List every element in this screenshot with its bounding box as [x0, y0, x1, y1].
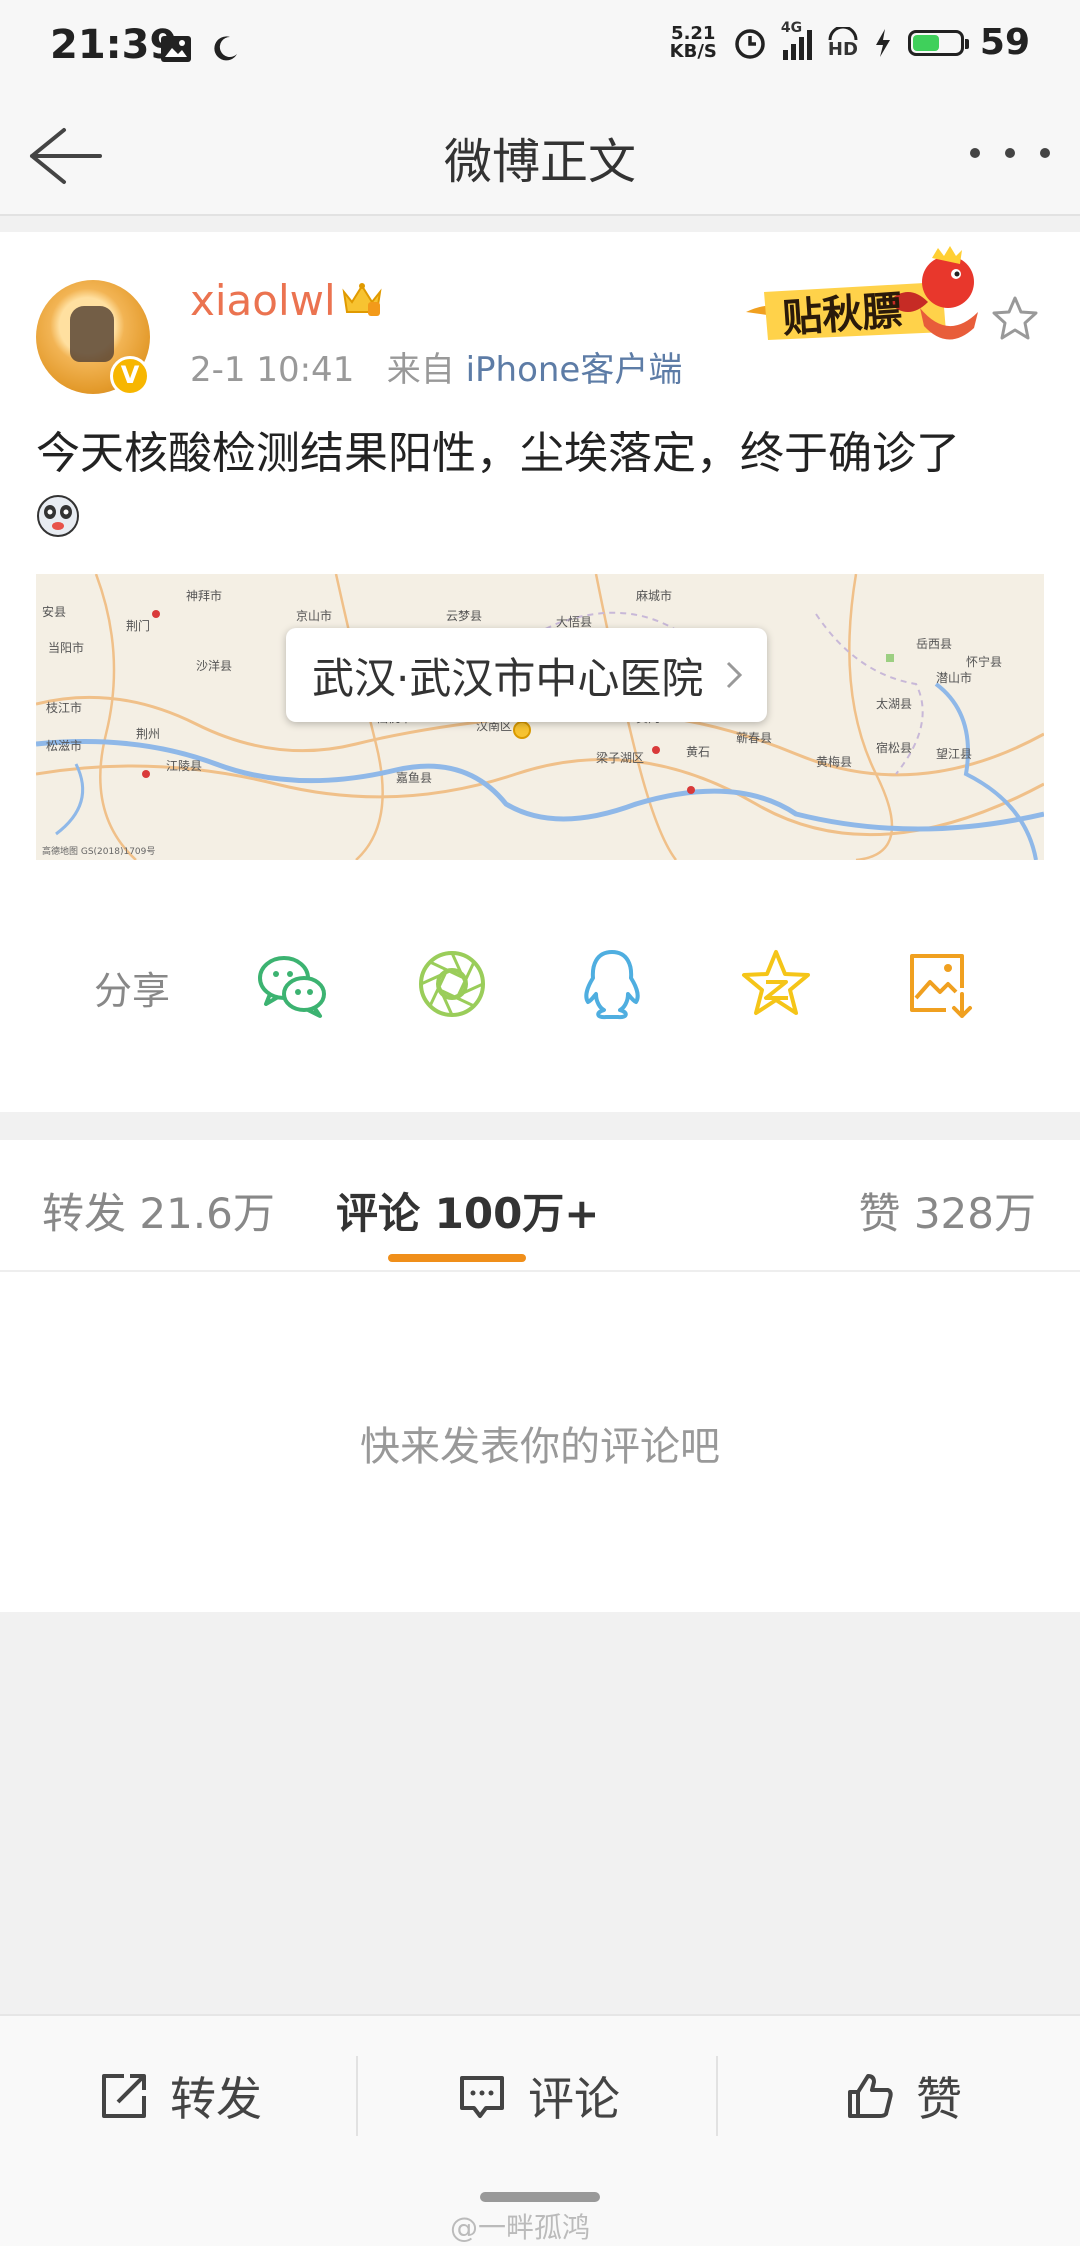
- page-title: 微博正文: [443, 134, 636, 190]
- battery-percent: 59: [979, 22, 1030, 63]
- location-name: 武汉·武汉市中心医院: [312, 653, 704, 703]
- empty-comments-text: 快来发表你的评论吧: [360, 1424, 720, 1470]
- map-copyright: 高德地图 GS(2018)1709号: [42, 845, 155, 857]
- net-speed: 5.21 KB/S: [669, 22, 717, 62]
- net-speed-value: 5.21: [671, 22, 716, 44]
- location-map[interactable]: 神拜市安县荆门京山市云梦县大悟县麻城市当阳市沙洋县红安县岳西县怀宁县枝江市潜江市…: [36, 574, 1044, 860]
- chevron-right-icon: [727, 661, 743, 689]
- vip-crown-icon: [342, 283, 382, 316]
- map-place-label: 梁子湖区: [596, 750, 644, 765]
- like-label: 赞: [916, 2072, 962, 2126]
- sticker-badge[interactable]: 贴秋膘: [738, 242, 1000, 372]
- repost-label: 转发: [170, 2072, 262, 2126]
- post-time: 2-1 10:41: [190, 350, 355, 390]
- thumbs-up-icon: [848, 2074, 893, 2118]
- home-indicator[interactable]: [480, 2192, 600, 2202]
- qzone-star-icon[interactable]: [736, 944, 816, 1024]
- map-place-label: 松滋市: [46, 738, 82, 753]
- map-place-label: 麻城市: [636, 588, 672, 603]
- map-place-label: 神拜市: [186, 588, 222, 603]
- comment-label: 评论: [528, 2072, 620, 2126]
- qq-icon[interactable]: [572, 944, 652, 1024]
- net-speed-unit: KB/S: [669, 40, 717, 62]
- comment-button[interactable]: 评论: [456, 2056, 620, 2136]
- post-card: V xiaolwl 2-1 10:41 来自 iPhone客户端 贴秋膘 今天核…: [0, 232, 1080, 1112]
- battery-fill: [912, 34, 939, 51]
- post-meta: 2-1 10:41 来自 iPhone客户端: [190, 342, 682, 391]
- map-place-label: 安县: [42, 604, 66, 619]
- divider: [356, 2056, 358, 2136]
- post-source[interactable]: iPhone客户端: [466, 350, 683, 390]
- map-place-label: 岳西县: [916, 637, 952, 651]
- post-text: 今天核酸检测结果阳性，尘埃落定，终于确诊了: [36, 428, 960, 479]
- divider: [716, 2056, 718, 2136]
- map-place-label: 枝江市: [46, 700, 82, 715]
- share-label: 分享: [94, 969, 171, 1013]
- tab-likes[interactable]: 赞 328万: [858, 1180, 1036, 1241]
- like-button[interactable]: 赞: [844, 2056, 962, 2136]
- map-place-label: 荆州: [136, 727, 160, 741]
- sticker-text: 贴秋膘: [780, 287, 904, 343]
- map-place-label: 嘉鱼县: [396, 771, 432, 785]
- verified-badge-icon: V: [110, 356, 150, 396]
- post-tabs: 转发 21.6万 评论 100万+ 赞 328万: [0, 1140, 1080, 1272]
- map-place-label: 黄石: [686, 745, 710, 759]
- map-place-label: 沙洋县: [196, 658, 232, 673]
- image-icon: [161, 36, 191, 62]
- moon-icon: [214, 36, 237, 61]
- charging-icon: [875, 28, 890, 57]
- more-dots-icon: [970, 148, 980, 158]
- map-place-label: 荆门: [126, 618, 150, 633]
- map-place-label: 潜山市: [936, 670, 972, 685]
- network-type: 4G: [780, 19, 803, 36]
- wechat-icon[interactable]: [252, 944, 332, 1024]
- status-time: 21:39: [50, 22, 178, 68]
- map-place-label: 蕲春县: [736, 731, 772, 745]
- panda-emoji-icon: [37, 495, 79, 537]
- active-tab-indicator: [388, 1254, 526, 1262]
- repost-button[interactable]: 转发: [98, 2056, 262, 2136]
- status-bar: 21:39 5.21 KB/S 4G HD 59: [0, 0, 1080, 100]
- map-place-label: 怀宁县: [966, 654, 1002, 669]
- signal-icon: 4G: [781, 20, 812, 60]
- map-place-label: 黄梅县: [816, 754, 852, 769]
- map-place-label: 京山市: [296, 608, 332, 623]
- location-callout[interactable]: 武汉·武汉市中心医院: [286, 628, 768, 722]
- source-prefix: 来自: [386, 350, 455, 390]
- alarm-icon: [735, 28, 765, 59]
- tab-comments[interactable]: 评论 100万+: [336, 1180, 600, 1241]
- map-place-label: 宿松县: [876, 740, 912, 755]
- username[interactable]: xiaolwl: [190, 276, 336, 325]
- bottom-toolbar: 转发 评论 赞 @一畔孤鸿: [0, 2014, 1080, 2246]
- hd-icon: HD: [828, 26, 858, 59]
- comments-empty-state: 快来发表你的评论吧: [0, 1272, 1080, 1612]
- nav-bar: 微博正文: [0, 100, 1080, 216]
- save-image-icon[interactable]: [900, 944, 980, 1024]
- map-place-label: 大悟县: [556, 614, 592, 629]
- share-row: 分享: [0, 932, 1080, 1052]
- map-place-label: 当阳市: [48, 640, 84, 655]
- comment-icon: [460, 2076, 504, 2118]
- map-place-label: 江陵县: [166, 759, 202, 773]
- moments-icon[interactable]: [412, 944, 492, 1024]
- repost-icon: [102, 2074, 146, 2118]
- more-button[interactable]: [970, 128, 1050, 178]
- map-place-label: 望江县: [936, 747, 972, 761]
- map-place-label: 太湖县: [876, 696, 912, 711]
- favorite-star-icon[interactable]: [990, 294, 1040, 344]
- battery-icon: [907, 29, 969, 56]
- status-right-icons: 5.21 KB/S 4G HD 59: [669, 20, 1030, 64]
- watermark: @一畔孤鸿: [450, 2211, 591, 2244]
- tab-repost[interactable]: 转发 21.6万: [42, 1180, 275, 1241]
- status-left-icons: [160, 34, 240, 64]
- map-place-label: 云梦县: [446, 609, 482, 623]
